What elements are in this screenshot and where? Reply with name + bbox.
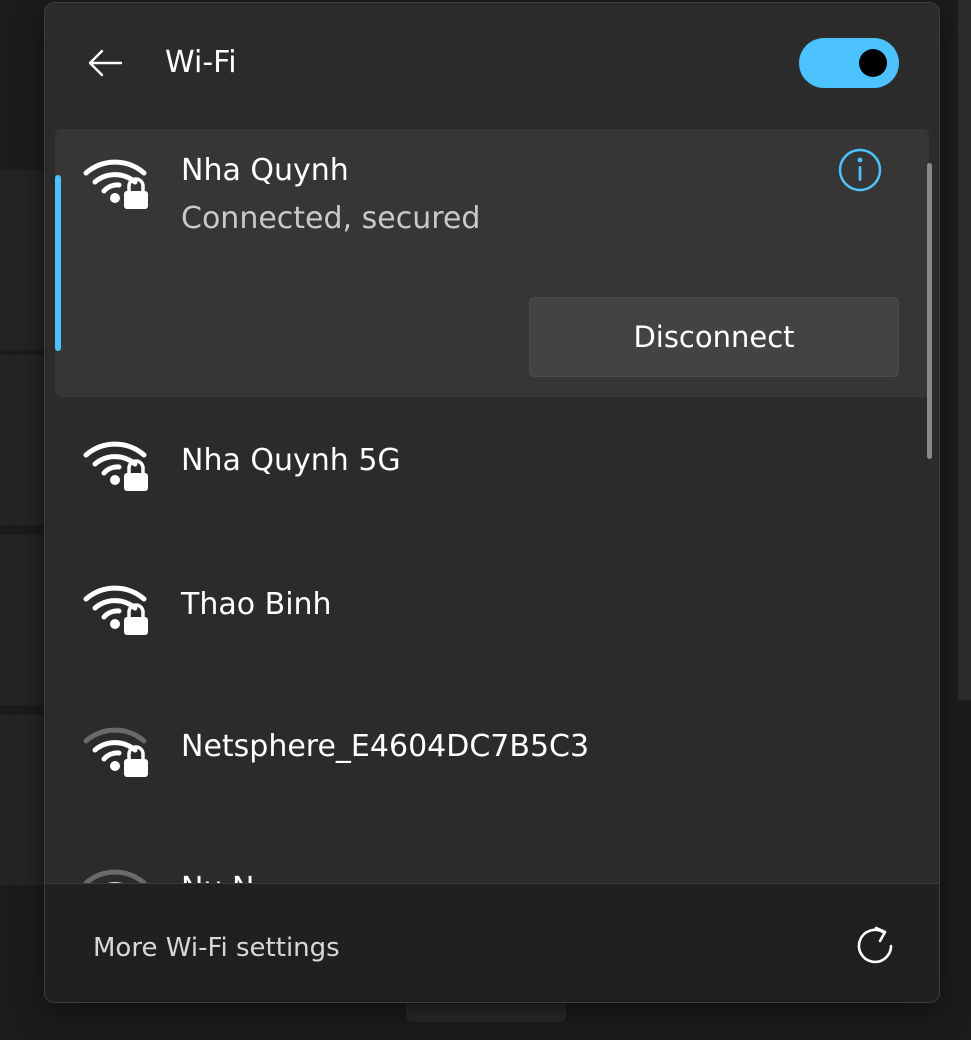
wifi-secured-partial-icon	[83, 869, 147, 883]
back-arrow-icon	[88, 49, 123, 77]
scrollbar-thumb[interactable]	[927, 163, 932, 459]
wifi-header: Wi-Fi	[45, 3, 939, 123]
selection-indicator	[55, 175, 61, 351]
wifi-secured-partial-icon	[83, 727, 148, 777]
more-wifi-settings-link[interactable]: More Wi-Fi settings	[93, 930, 340, 966]
network-item[interactable]: Thao Binh	[55, 543, 929, 673]
background-taskbar-item	[406, 1004, 566, 1022]
wifi-secured-icon	[83, 585, 148, 635]
wifi-toggle[interactable]	[799, 38, 899, 88]
network-status: Connected, secured	[181, 201, 481, 236]
toggle-knob	[859, 49, 887, 77]
network-name: Nu N	[181, 869, 254, 883]
network-name: Netsphere_E4604DC7B5C3	[181, 729, 590, 764]
network-name: Thao Binh	[181, 587, 332, 622]
network-item-connected[interactable]: Nha Quynh Connected, secured Disconnect	[55, 129, 929, 397]
flyout-footer: More Wi-Fi settings	[45, 883, 939, 1002]
background-window-edge	[958, 0, 971, 700]
background-window	[0, 170, 44, 350]
page-title: Wi-Fi	[165, 45, 237, 80]
network-name: Nha Quynh	[181, 153, 349, 188]
background-window	[0, 355, 44, 525]
network-item[interactable]: Nha Quynh 5G	[55, 399, 929, 529]
network-name: Nha Quynh 5G	[181, 443, 401, 478]
back-button[interactable]	[81, 39, 129, 87]
wifi-secured-icon	[83, 159, 148, 209]
network-item[interactable]: Netsphere_E4604DC7B5C3	[55, 685, 929, 815]
disconnect-button[interactable]: Disconnect	[529, 297, 899, 377]
wifi-flyout: Wi-Fi Nha Quynh Connected, secured Disco…	[44, 2, 940, 1003]
network-list[interactable]: Nha Quynh Connected, secured Disconnect …	[45, 123, 939, 883]
refresh-icon[interactable]	[849, 920, 901, 972]
network-item[interactable]: Nu N	[55, 827, 929, 883]
wifi-secured-icon	[83, 441, 148, 491]
background-window	[0, 535, 44, 705]
background-window	[0, 715, 44, 885]
info-icon[interactable]	[837, 147, 883, 193]
